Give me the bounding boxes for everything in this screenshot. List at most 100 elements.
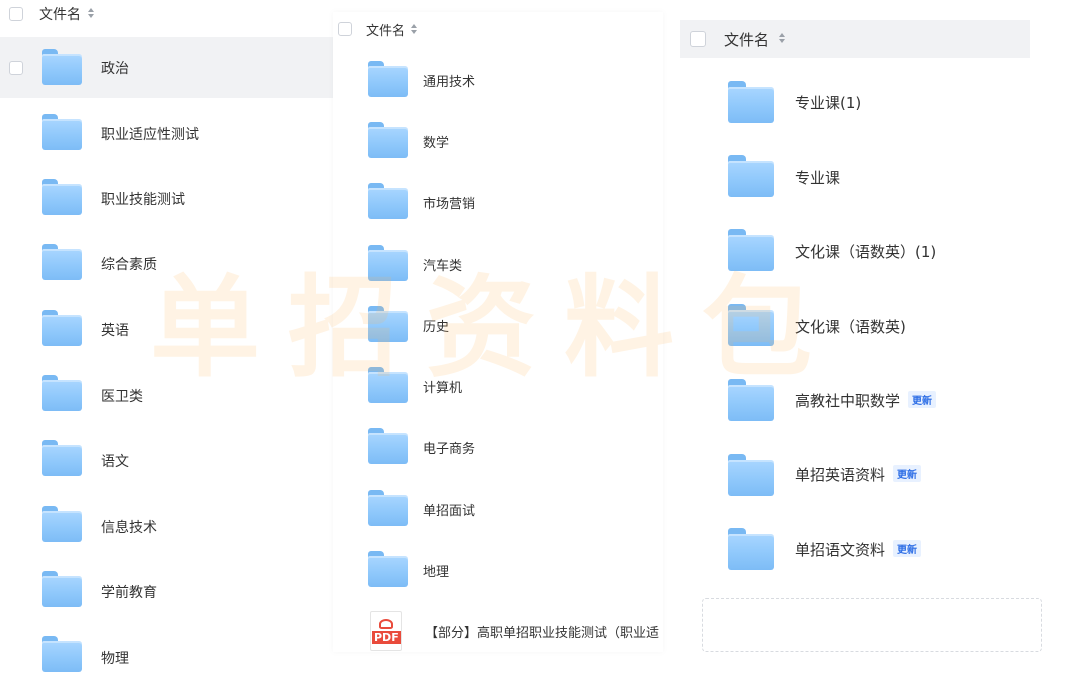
sort-icon[interactable]	[779, 32, 787, 46]
list-item[interactable]: 专业课(1)	[680, 67, 1030, 137]
file-name[interactable]: 市场营销	[423, 193, 475, 212]
folder-icon	[368, 306, 408, 342]
folder-icon	[728, 454, 774, 496]
list-item[interactable]: 单招面试	[333, 477, 663, 538]
list-item[interactable]: 市场营销	[333, 170, 663, 231]
file-name[interactable]: 单招面试	[423, 500, 475, 519]
list-item[interactable]: PDF 【部分】高职单招职业技能测试（职业适	[333, 599, 663, 652]
list-item[interactable]: 文化课（语数英）(1)	[680, 216, 1030, 286]
folder-icon	[368, 183, 408, 219]
list-item[interactable]: 电子商务	[333, 415, 663, 476]
file-name[interactable]: 高教社中职数学 更新	[795, 390, 937, 411]
list-item[interactable]: 单招英语资料 更新	[680, 440, 1030, 510]
folder-icon	[368, 245, 408, 281]
folder-icon	[728, 155, 774, 197]
list-item[interactable]: 语文	[0, 428, 333, 489]
file-name[interactable]: 政治	[101, 58, 129, 78]
list-item[interactable]: 汽车类	[333, 232, 663, 293]
list-item[interactable]: 综合素质	[0, 232, 333, 293]
folder-icon	[368, 428, 408, 464]
pdf-file-icon: PDF	[370, 611, 402, 651]
list-item[interactable]: 高教社中职数学 更新	[680, 366, 1030, 436]
file-name[interactable]: 职业技能测试	[101, 189, 185, 209]
list-item[interactable]: 学前教育	[0, 559, 333, 620]
file-name[interactable]: 医卫类	[101, 386, 143, 406]
file-name[interactable]: 文化课（语数英)	[795, 316, 906, 337]
list-item[interactable]: 英语	[0, 298, 333, 359]
file-name[interactable]: 信息技术	[101, 517, 157, 537]
folder-icon	[728, 229, 774, 271]
folder-icon	[368, 551, 408, 587]
folder-icon	[728, 81, 774, 123]
file-name[interactable]: 地理	[423, 561, 449, 580]
folder-icon	[42, 49, 82, 85]
file-name[interactable]: 计算机	[423, 377, 462, 396]
list-header: 文件名	[333, 12, 663, 46]
update-badge: 更新	[893, 540, 922, 557]
file-name[interactable]: 单招语文资料 更新	[795, 539, 922, 560]
sort-icon[interactable]	[411, 23, 419, 37]
list-item[interactable]: 医卫类	[0, 363, 333, 424]
folder-icon	[42, 440, 82, 476]
list-item[interactable]: 单招语文资料 更新	[680, 515, 1030, 585]
list-item[interactable]: 数学	[333, 109, 663, 170]
folder-icon	[728, 379, 774, 421]
folder-icon	[728, 528, 774, 570]
folder-icon	[368, 122, 408, 158]
list-item[interactable]: 信息技术	[0, 494, 333, 555]
row-checkbox[interactable]	[9, 61, 23, 75]
file-name[interactable]: 英语	[101, 320, 129, 340]
list-header: 文件名	[680, 20, 1030, 58]
file-name[interactable]: 专业课(1)	[795, 92, 861, 113]
sort-icon[interactable]	[88, 7, 96, 21]
file-list-panel-1: 文件名 政治 职业适应性测试 职业技能测试 综合素质 英语 医卫类 语文 信息技…	[0, 0, 333, 690]
select-all-checkbox[interactable]	[690, 31, 706, 47]
file-name[interactable]: 语文	[101, 451, 129, 471]
folder-icon	[368, 61, 408, 97]
list-item[interactable]: 计算机	[333, 354, 663, 415]
file-name[interactable]: 职业适应性测试	[101, 124, 199, 144]
file-name[interactable]: 电子商务	[423, 438, 475, 457]
folder-icon	[42, 114, 82, 150]
file-name[interactable]: 学前教育	[101, 582, 157, 602]
list-item[interactable]: 物理	[0, 624, 333, 685]
file-name[interactable]: 专业课	[795, 167, 840, 188]
list-header: 文件名	[0, 0, 333, 28]
file-name[interactable]: 综合素质	[101, 254, 157, 274]
file-name[interactable]: 物理	[101, 648, 129, 668]
list-item[interactable]: 职业技能测试	[0, 167, 333, 228]
folder-icon	[42, 636, 82, 672]
column-filename-label[interactable]: 文件名	[724, 29, 769, 50]
update-badge: 更新	[893, 465, 922, 482]
folder-icon	[42, 310, 82, 346]
upload-drop-zone[interactable]	[702, 598, 1042, 652]
list-item[interactable]: 文化课（语数英)	[680, 291, 1030, 361]
select-all-checkbox[interactable]	[338, 22, 352, 36]
folder-icon	[42, 571, 82, 607]
column-filename-label[interactable]: 文件名	[39, 4, 81, 24]
folder-icon	[368, 367, 408, 403]
list-item[interactable]: 历史	[333, 293, 663, 354]
list-item[interactable]: 专业课	[680, 142, 1030, 212]
file-name[interactable]: 数学	[423, 132, 449, 151]
list-item[interactable]: 通用技术	[333, 48, 663, 109]
folder-icon	[42, 244, 82, 280]
select-all-checkbox[interactable]	[9, 7, 23, 21]
folder-icon	[368, 490, 408, 526]
file-list-panel-3: 文件名 专业课(1) 专业课 文化课（语数英）(1) 文化课（语数英) 高教社中…	[680, 0, 1030, 662]
folder-icon	[42, 179, 82, 215]
file-name[interactable]: 单招英语资料 更新	[795, 464, 922, 485]
update-badge: 更新	[908, 391, 937, 408]
file-list-panel-2: 文件名 通用技术 数学 市场营销 汽车类 历史 计算机 电子商务 单招面试 地理	[333, 12, 663, 652]
list-item[interactable]: 政治	[0, 37, 333, 98]
file-name[interactable]: 【部分】高职单招职业技能测试（职业适	[425, 622, 659, 641]
folder-icon	[728, 304, 774, 346]
file-name[interactable]: 历史	[423, 316, 449, 335]
file-name[interactable]: 文化课（语数英）(1)	[795, 241, 936, 262]
list-item[interactable]: 地理	[333, 538, 663, 599]
folder-icon	[42, 375, 82, 411]
file-name[interactable]: 通用技术	[423, 71, 475, 90]
column-filename-label[interactable]: 文件名	[366, 20, 405, 39]
list-item[interactable]: 职业适应性测试	[0, 102, 333, 163]
file-name[interactable]: 汽车类	[423, 255, 462, 274]
